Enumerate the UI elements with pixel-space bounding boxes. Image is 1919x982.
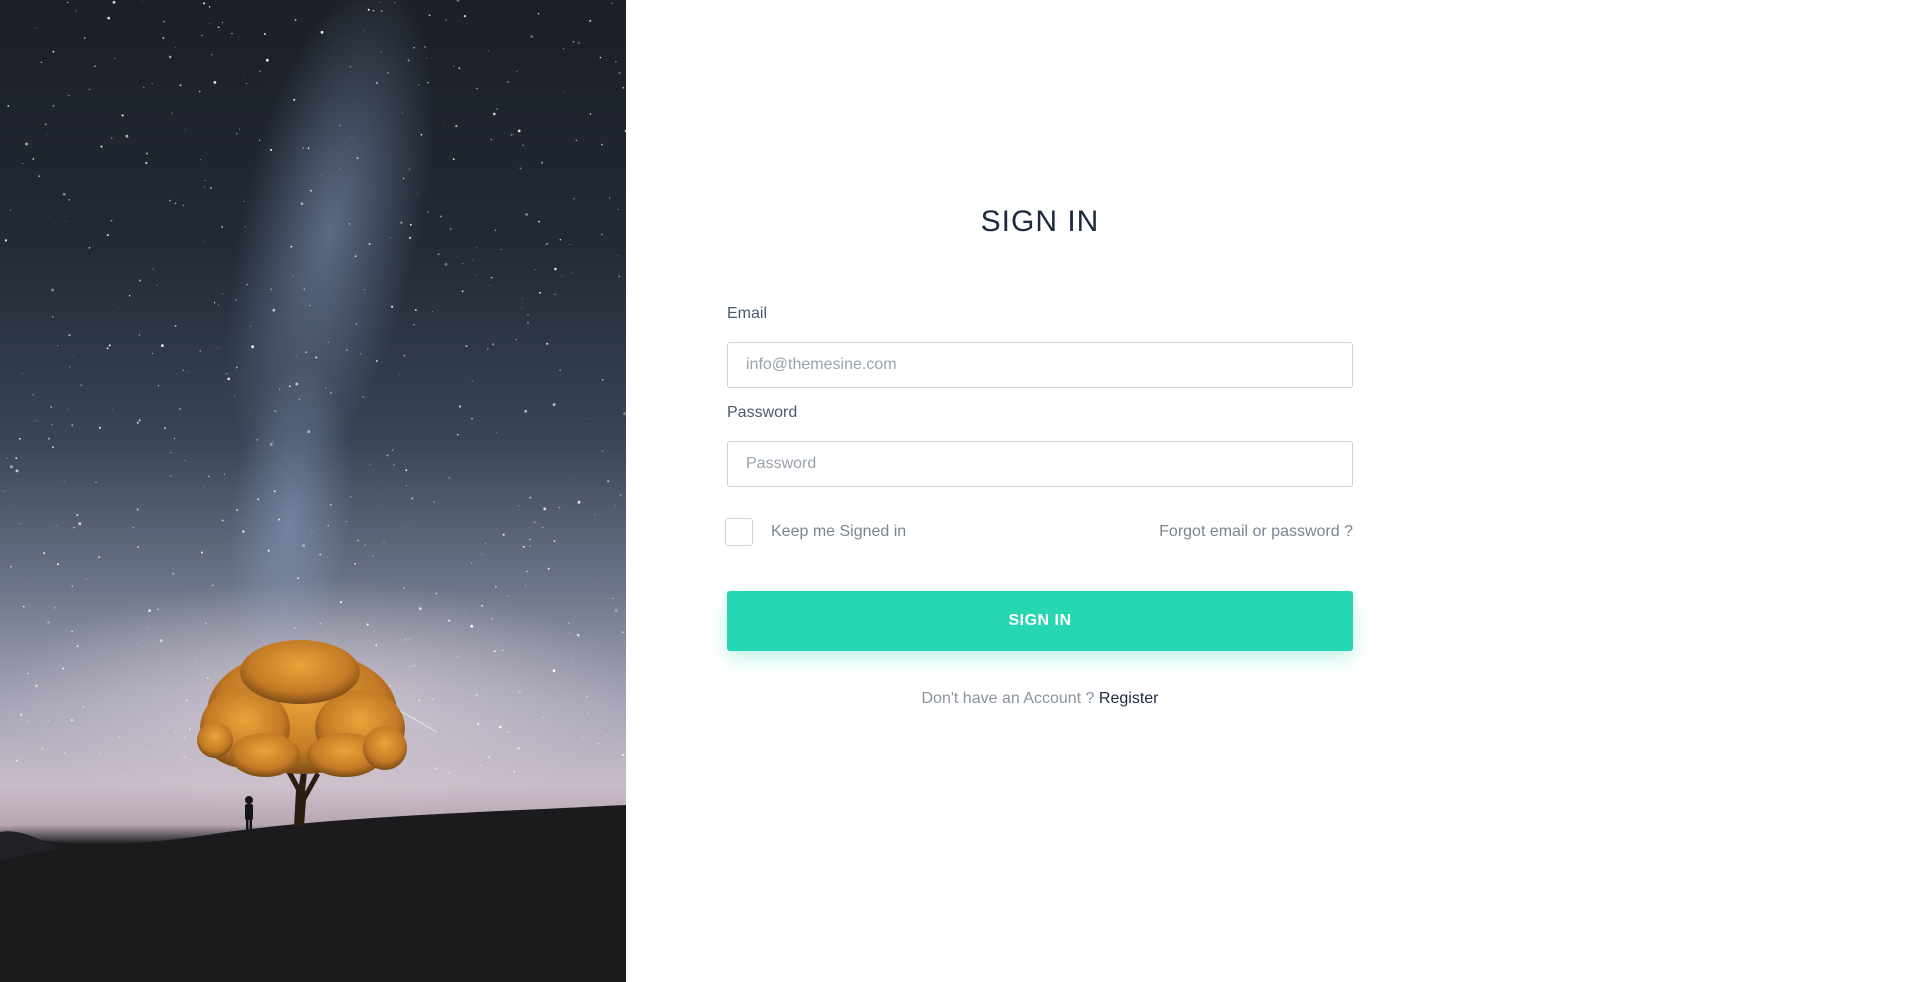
keep-signed-in-checkbox[interactable] (725, 518, 753, 546)
forgot-password-link[interactable]: Forgot email or password ? (1159, 523, 1353, 541)
password-label: Password (727, 404, 798, 421)
sign-in-page: SIGN IN Email Password Keep me Signed in… (0, 0, 1919, 982)
hero-image (0, 0, 626, 982)
keep-signed-in-label[interactable]: Keep me Signed in (771, 523, 906, 541)
page-title: SIGN IN (980, 205, 1100, 238)
email-field[interactable] (727, 342, 1353, 388)
email-label: Email (727, 305, 768, 322)
no-account-text: Don't have an Account ? (921, 690, 1099, 707)
password-field[interactable] (727, 441, 1353, 487)
sign-in-button[interactable]: SIGN IN (727, 591, 1353, 651)
register-link[interactable]: Register (1099, 690, 1159, 707)
register-prompt: Don't have an Account ? Register (727, 690, 1353, 708)
